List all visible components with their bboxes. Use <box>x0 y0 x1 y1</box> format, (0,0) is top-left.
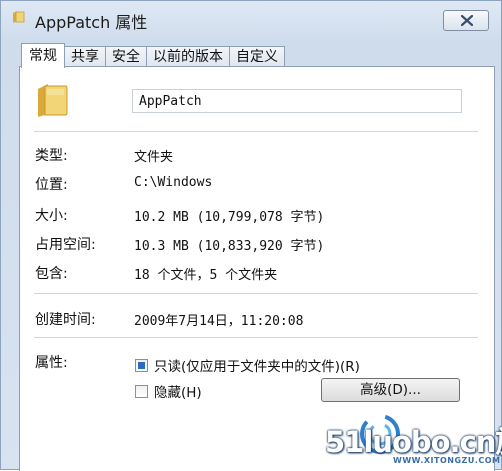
tab-sharing[interactable]: 共享 <box>64 46 106 67</box>
created-value: 2009年7月14日，11:20:08 <box>134 314 304 329</box>
close-button[interactable] <box>443 10 489 31</box>
folder-icon <box>13 11 25 23</box>
readonly-checkbox-row[interactable]: 只读(仅应用于文件夹中的文件)(R) <box>135 355 360 375</box>
folder-name-input[interactable] <box>132 89 462 113</box>
hidden-checkbox-row[interactable]: 隐藏(H) <box>135 381 202 401</box>
watermark-text: 51luobo.cn族 <box>325 425 502 459</box>
tab-security[interactable]: 安全 <box>105 46 147 67</box>
window-title: AppPatch 属性 <box>35 13 148 32</box>
contains-value: 18 个文件，5 个文件夹 <box>134 268 278 283</box>
tab-general[interactable]: 常规 <box>21 43 65 68</box>
type-value: 文件夹 <box>134 150 174 165</box>
hidden-label: 隐藏(H) <box>154 385 202 401</box>
separator <box>34 337 478 338</box>
separator <box>34 293 478 294</box>
separator <box>34 131 478 132</box>
hidden-checkbox[interactable] <box>135 384 148 398</box>
tab-strip: 常规 共享 安全 以前的版本 自定义 <box>21 43 285 68</box>
type-label: 类型: <box>35 148 68 164</box>
tab-previous-versions[interactable]: 以前的版本 <box>146 46 230 67</box>
folder-large-icon <box>38 84 68 117</box>
close-icon <box>461 15 473 26</box>
title-bar[interactable]: AppPatch 属性 <box>1 1 501 39</box>
created-label: 创建时间: <box>35 312 96 328</box>
location-label: 位置: <box>35 177 68 193</box>
attributes-label: 属性: <box>35 355 68 371</box>
size-on-disk-value: 10.3 MB (10,833,920 字节) <box>134 239 325 254</box>
size-value: 10.2 MB (10,799,078 字节) <box>134 210 325 225</box>
location-value: C:\Windows <box>134 175 213 190</box>
advanced-button[interactable]: 高级(D)... <box>321 378 460 402</box>
watermark-url: WWW.XITONGZU.COM <box>393 456 501 465</box>
properties-dialog: AppPatch 属性 常规 共享 安全 以前的版本 自定义 类型: 文件夹 位… <box>0 0 502 471</box>
size-on-disk-label: 占用空间: <box>35 237 96 253</box>
readonly-checkbox[interactable] <box>135 358 148 372</box>
tab-customize[interactable]: 自定义 <box>229 46 285 67</box>
readonly-label: 只读(仅应用于文件夹中的文件)(R) <box>154 359 360 375</box>
contains-label: 包含: <box>35 266 68 282</box>
watermark: 51luobo.cn族 WWW.XITONGZU.COM <box>317 411 502 471</box>
size-label: 大小: <box>35 208 68 224</box>
